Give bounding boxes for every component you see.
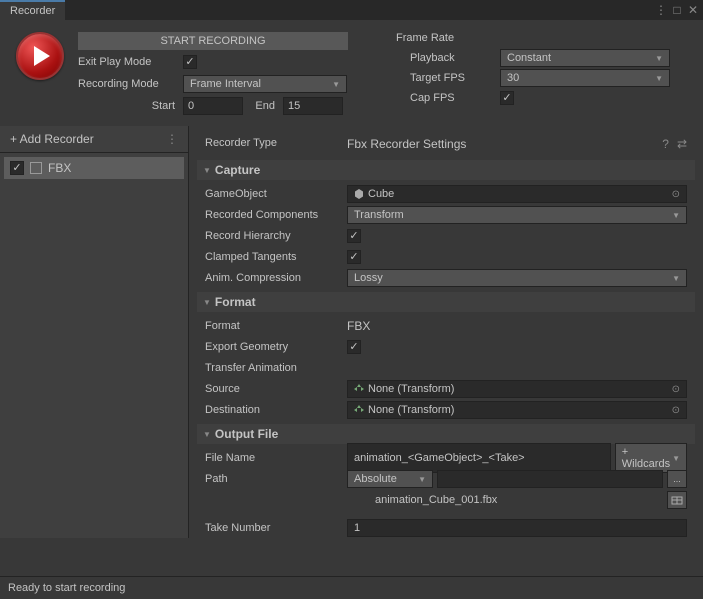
source-field[interactable]: None (Transform) ⊙ <box>347 380 687 398</box>
chevron-down-icon: ▼ <box>672 211 680 220</box>
gameobject-field[interactable]: Cube ⊙ <box>347 185 687 203</box>
filename-input[interactable] <box>347 443 611 473</box>
preset-icon[interactable]: ⇄ <box>677 137 687 151</box>
exit-play-mode-checkbox[interactable] <box>183 55 197 69</box>
recorder-type-value: Fbx Recorder Settings <box>347 137 466 151</box>
end-frame-input[interactable] <box>283 97 343 115</box>
playback-dropdown[interactable]: Constant▼ <box>500 49 670 67</box>
cube-icon <box>354 189 364 199</box>
foldout-icon: ▼ <box>203 430 211 439</box>
record-hierarchy-label: Record Hierarchy <box>205 230 347 242</box>
export-geometry-checkbox[interactable] <box>347 340 361 354</box>
menu-icon[interactable]: ⋮ <box>655 4 667 16</box>
play-button[interactable] <box>16 32 64 80</box>
browse-button[interactable]: ... <box>667 470 687 488</box>
transfer-animation-label: Transfer Animation <box>205 362 347 374</box>
destination-label: Destination <box>205 404 347 416</box>
clamped-tangents-label: Clamped Tangents <box>205 251 347 263</box>
maximize-icon[interactable]: □ <box>671 4 683 16</box>
recorder-tab[interactable]: Recorder <box>0 0 65 20</box>
recorder-enabled-checkbox[interactable] <box>10 161 24 175</box>
transform-icon <box>354 384 364 394</box>
recorder-list-item[interactable]: FBX <box>4 157 184 179</box>
playback-label: Playback <box>410 52 500 64</box>
start-frame-label: Start <box>78 100 183 112</box>
export-geometry-label: Export Geometry <box>205 341 347 353</box>
foldout-icon: ▼ <box>203 166 211 175</box>
filename-label: File Name <box>205 452 347 464</box>
path-input[interactable] <box>437 470 663 488</box>
play-icon <box>34 46 50 66</box>
format-section-header[interactable]: ▼ Format <box>197 292 695 312</box>
output-file-section-header[interactable]: ▼ Output File <box>197 424 695 444</box>
cap-fps-label: Cap FPS <box>410 92 500 104</box>
recorder-type-icon <box>30 162 42 174</box>
source-label: Source <box>205 383 347 395</box>
exit-play-mode-label: Exit Play Mode <box>78 56 183 68</box>
path-mode-dropdown[interactable]: Absolute▼ <box>347 470 433 488</box>
gameobject-label: GameObject <box>205 188 347 200</box>
format-value: FBX <box>347 319 370 333</box>
object-picker-icon[interactable]: ⊙ <box>672 405 680 416</box>
capture-section-header[interactable]: ▼ Capture <box>197 160 695 180</box>
wildcards-button[interactable]: + Wildcards▼ <box>615 443 687 473</box>
object-picker-icon[interactable]: ⊙ <box>672 384 680 395</box>
anim-compression-dropdown[interactable]: Lossy▼ <box>347 269 687 287</box>
start-recording-button[interactable]: START RECORDING <box>78 32 348 50</box>
path-label: Path <box>205 473 347 485</box>
target-fps-label: Target FPS <box>410 72 500 84</box>
format-label: Format <box>205 320 347 332</box>
transform-icon <box>354 405 364 415</box>
destination-field[interactable]: None (Transform) ⊙ <box>347 401 687 419</box>
foldout-icon: ▼ <box>203 298 211 307</box>
add-recorder-button[interactable]: + Add Recorder <box>10 132 94 146</box>
recorded-components-dropdown[interactable]: Transform▼ <box>347 206 687 224</box>
chevron-down-icon: ▼ <box>655 54 663 63</box>
record-hierarchy-checkbox[interactable] <box>347 229 361 243</box>
recorder-type-label: Recorder Type <box>205 137 347 151</box>
chevron-down-icon: ▼ <box>672 274 680 283</box>
status-bar: Ready to start recording <box>0 576 703 599</box>
recorder-item-label: FBX <box>48 161 71 175</box>
take-number-input[interactable] <box>347 519 687 537</box>
recorder-list-menu-icon[interactable]: ⋮ <box>166 132 178 146</box>
start-frame-input[interactable] <box>183 97 243 115</box>
frame-rate-header: Frame Rate <box>396 32 670 44</box>
take-number-label: Take Number <box>205 522 347 534</box>
reveal-in-finder-button[interactable] <box>667 491 687 509</box>
close-icon[interactable]: ✕ <box>687 4 699 16</box>
chevron-down-icon: ▼ <box>332 80 340 89</box>
target-fps-dropdown[interactable]: 30▼ <box>500 69 670 87</box>
output-preview: animation_Cube_001.fbx <box>375 494 663 506</box>
help-icon[interactable]: ? <box>662 137 669 151</box>
folder-icon <box>671 495 683 505</box>
chevron-down-icon: ▼ <box>655 74 663 83</box>
recorded-components-label: Recorded Components <box>205 209 347 221</box>
object-picker-icon[interactable]: ⊙ <box>672 189 680 200</box>
cap-fps-checkbox[interactable] <box>500 91 514 105</box>
end-frame-label: End <box>243 100 283 112</box>
chevron-down-icon: ▼ <box>418 475 426 484</box>
chevron-down-icon: ▼ <box>672 454 680 463</box>
recording-mode-label: Recording Mode <box>78 78 183 90</box>
anim-compression-label: Anim. Compression <box>205 272 347 284</box>
recording-mode-dropdown[interactable]: Frame Interval▼ <box>183 75 347 93</box>
clamped-tangents-checkbox[interactable] <box>347 250 361 264</box>
